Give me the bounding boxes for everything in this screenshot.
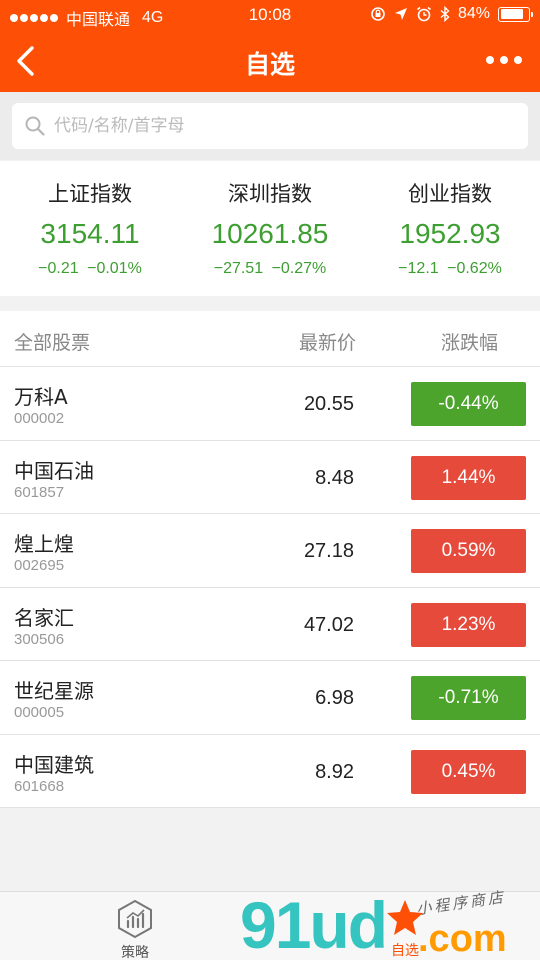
index-shenzhen[interactable]: 深圳指数 10261.85 −27.51 −0.27% bbox=[180, 161, 360, 296]
change-badge[interactable]: -0.44% bbox=[411, 382, 526, 426]
index-change-percent: −0.01% bbox=[87, 260, 142, 277]
stock-price: 6.98 bbox=[315, 687, 354, 709]
change-badge[interactable]: 0.59% bbox=[411, 529, 526, 573]
table-row[interactable]: 万科A 000002 20.55 -0.44% bbox=[0, 367, 540, 441]
tab-watchlist[interactable]: 自选 bbox=[365, 892, 445, 960]
search-box[interactable] bbox=[12, 103, 528, 149]
index-change: −0.21 −0.01% bbox=[0, 260, 180, 278]
index-value: 10261.85 bbox=[211, 218, 329, 249]
star-icon bbox=[387, 900, 423, 935]
alarm-clock-icon bbox=[416, 6, 431, 22]
strategy-chart-icon bbox=[118, 899, 152, 939]
stock-code: 000005 bbox=[14, 704, 65, 721]
index-change-value: −12.1 bbox=[398, 260, 439, 277]
stock-name: 万科A bbox=[14, 385, 68, 409]
page-title: 自选 bbox=[244, 51, 295, 79]
list-header: 全部股票 最新价 涨跌幅 bbox=[0, 311, 540, 367]
tab-label: 策略 bbox=[121, 945, 149, 960]
search-bar bbox=[0, 92, 540, 160]
stock-price: 47.02 bbox=[303, 613, 354, 636]
index-change-value: −27.51 bbox=[213, 260, 264, 277]
index-change-percent: −0.62% bbox=[447, 260, 502, 277]
table-row[interactable]: 中国石油 601857 8.48 1.44% bbox=[0, 441, 540, 514]
stock-name: 世纪星源 bbox=[14, 679, 94, 703]
change-badge[interactable]: -0.71% bbox=[411, 676, 526, 720]
stock-name: 中国石油 bbox=[14, 458, 94, 483]
battery-icon bbox=[498, 6, 533, 22]
stock-code: 300506 bbox=[14, 630, 65, 648]
tab-label: 自选 bbox=[391, 943, 419, 959]
column-header-change[interactable]: 涨跌幅 bbox=[441, 328, 498, 355]
index-value: 3154.11 bbox=[40, 218, 140, 249]
change-badge[interactable]: 1.23% bbox=[411, 602, 526, 647]
rotation-lock-icon bbox=[371, 7, 385, 21]
index-value: 1952.93 bbox=[399, 218, 501, 249]
stock-code: 601857 bbox=[14, 483, 65, 501]
stock-code: 601668 bbox=[14, 777, 65, 795]
index-name: 深圳指数 bbox=[228, 182, 312, 206]
stock-price: 27.18 bbox=[303, 540, 354, 562]
change-badge[interactable]: 0.45% bbox=[411, 749, 526, 794]
search-icon bbox=[25, 116, 45, 136]
change-badge[interactable]: 1.44% bbox=[411, 455, 526, 500]
stock-list: 全部股票 最新价 涨跌幅 万科A 000002 20.55 -0.44% 中国石… bbox=[0, 311, 540, 808]
market-indices: 上证指数 3154.11 −0.21 −0.01% 深圳指数 10261.85 … bbox=[0, 161, 540, 296]
battery-percent: 84% bbox=[457, 5, 490, 22]
status-bar: 中国联通 4G 10:08 84% bbox=[0, 0, 540, 30]
tab-bar: 策略 自选 bbox=[0, 891, 540, 960]
index-change: −27.51 −0.27% bbox=[180, 260, 360, 278]
stock-price: 8.92 bbox=[315, 760, 354, 783]
stock-code: 002695 bbox=[14, 557, 65, 574]
table-row[interactable]: 煌上煌 002695 27.18 0.59% bbox=[0, 514, 540, 588]
stock-code: 000002 bbox=[14, 410, 65, 427]
index-change-percent: −0.27% bbox=[271, 260, 327, 277]
column-header-price[interactable]: 最新价 bbox=[299, 328, 356, 355]
more-dots-icon[interactable] bbox=[486, 56, 522, 64]
table-row[interactable]: 名家汇 300506 47.02 1.23% bbox=[0, 588, 540, 661]
tab-strategy[interactable]: 策略 bbox=[95, 892, 175, 960]
header: 中国联通 4G 10:08 84% 自选 bbox=[0, 0, 540, 92]
stock-price: 20.55 bbox=[303, 393, 354, 415]
index-shanghai[interactable]: 上证指数 3154.11 −0.21 −0.01% bbox=[0, 161, 180, 296]
index-name: 创业指数 bbox=[408, 182, 492, 206]
stock-name: 中国建筑 bbox=[14, 752, 94, 777]
location-arrow-icon bbox=[394, 8, 407, 20]
index-name: 上证指数 bbox=[48, 182, 132, 206]
search-input[interactable] bbox=[54, 116, 494, 136]
index-change-value: −0.21 bbox=[38, 260, 79, 277]
column-header-all-stocks[interactable]: 全部股票 bbox=[14, 328, 90, 355]
bluetooth-icon bbox=[440, 6, 450, 22]
table-row[interactable]: 中国建筑 601668 8.92 0.45% bbox=[0, 735, 540, 808]
nav-bar: 自选 bbox=[0, 30, 540, 92]
stock-name: 名家汇 bbox=[14, 605, 74, 630]
index-chinext[interactable]: 创业指数 1952.93 −12.1 −0.62% bbox=[360, 161, 540, 296]
table-row[interactable]: 世纪星源 000005 6.98 -0.71% bbox=[0, 661, 540, 735]
stock-name: 煌上煌 bbox=[14, 532, 74, 556]
index-change: −12.1 −0.62% bbox=[360, 260, 540, 278]
stock-price: 8.48 bbox=[315, 466, 354, 489]
status-right: 84% bbox=[370, 5, 533, 23]
battery-level bbox=[500, 9, 524, 19]
